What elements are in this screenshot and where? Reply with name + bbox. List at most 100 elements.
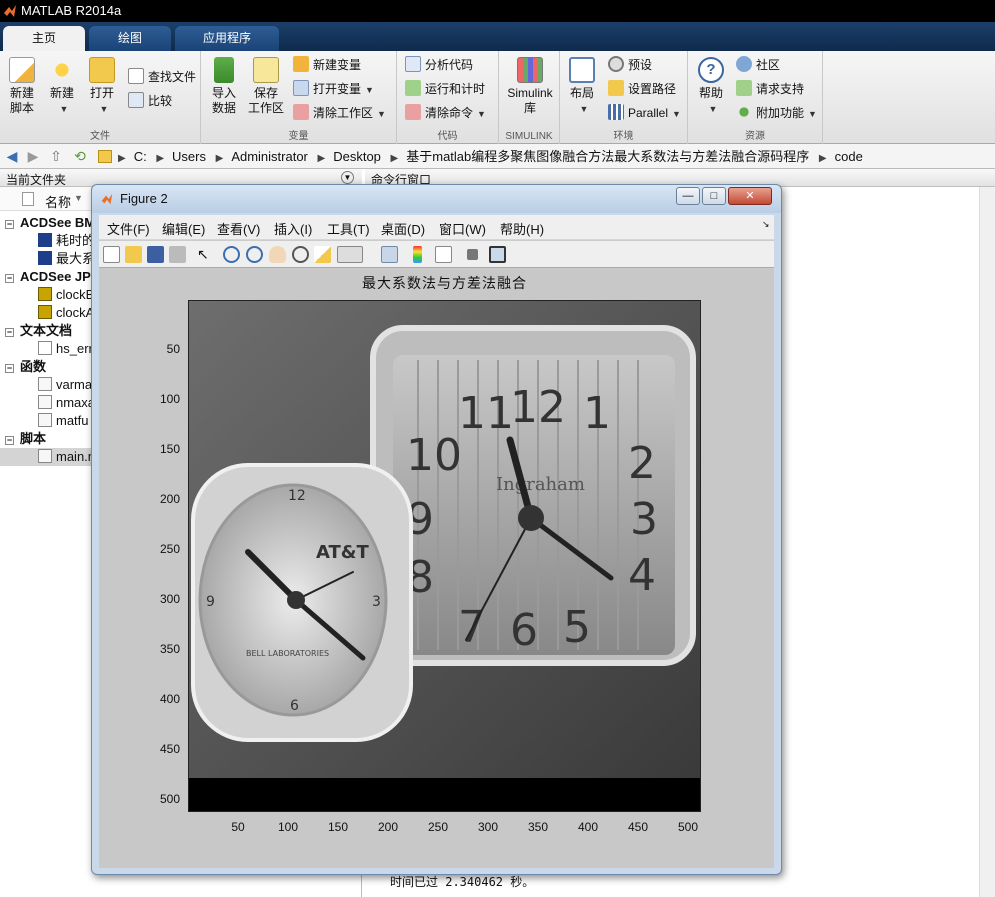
menu-help[interactable]: 帮助(H): [500, 219, 544, 238]
minimize-icon[interactable]: —: [676, 187, 700, 205]
crumb[interactable]: Desktop: [333, 149, 381, 164]
parallel-button[interactable]: Parallel ▼: [608, 103, 681, 123]
colorbar-icon[interactable]: [413, 246, 422, 263]
add-ons-button[interactable]: 附加功能 ▼: [736, 103, 817, 123]
new-button[interactable]: 新建 ▼: [46, 57, 78, 117]
command-scrollbar[interactable]: [979, 187, 995, 897]
menu-edit[interactable]: 编辑(E): [162, 219, 205, 238]
open-file-icon[interactable]: [125, 246, 142, 263]
crumb[interactable]: 基于matlab编程多聚焦图像融合方法最大系数法与方差法融合源码程序: [406, 149, 809, 164]
crumb[interactable]: C:: [134, 149, 147, 164]
forward-arrow-icon[interactable]: ▶: [25, 148, 41, 164]
zoom-out-icon[interactable]: [246, 246, 263, 263]
clear-commands-button[interactable]: 清除命令 ▼: [405, 103, 486, 123]
import-data-button[interactable]: 导入 数据: [207, 57, 241, 116]
browse-folder-icon[interactable]: ⟲: [72, 148, 88, 164]
menu-view[interactable]: 查看(V): [217, 219, 260, 238]
breadcrumb[interactable]: ▶ C: ▶ Users ▶ Administrator ▶ Desktop ▶ 基于ma…: [118, 148, 869, 166]
save-icon[interactable]: [147, 246, 164, 263]
tab-apps[interactable]: 应用程序: [175, 26, 279, 51]
request-support-button[interactable]: 请求支持: [736, 79, 804, 99]
up-folder-icon[interactable]: ⇧: [48, 148, 64, 164]
community-button[interactable]: 社区: [736, 55, 780, 75]
script-file-icon: [38, 449, 52, 463]
compare-button[interactable]: 比较: [128, 91, 172, 111]
analyze-code-button[interactable]: 分析代码: [405, 55, 473, 75]
menu-window[interactable]: 窗口(W): [439, 219, 486, 238]
pointer-icon[interactable]: ↖: [197, 246, 214, 263]
set-path-label: 设置路径: [628, 82, 677, 96]
preferences-button[interactable]: 预设: [608, 55, 652, 75]
collapse-icon[interactable]: −: [5, 328, 14, 337]
y-tick-label: 500: [159, 792, 180, 806]
hide-plot-tools-icon[interactable]: [467, 249, 478, 260]
x-tick-label: 50: [231, 820, 245, 834]
file-name: varma: [56, 377, 93, 392]
figure-title-bar[interactable]: Figure 2 — □ ✕: [92, 185, 781, 213]
menu-tools[interactable]: 工具(T): [327, 219, 370, 238]
show-plot-tools-icon[interactable]: [489, 246, 506, 263]
print-icon[interactable]: [169, 246, 186, 263]
collapse-icon[interactable]: −: [5, 220, 14, 229]
close-icon[interactable]: ✕: [728, 187, 772, 205]
menu-insert[interactable]: 插入(I): [274, 219, 312, 238]
function-file-icon: [38, 377, 52, 391]
x-tick-label: 250: [427, 820, 449, 834]
collapse-icon[interactable]: −: [5, 274, 14, 283]
open-button[interactable]: 打开 ▼: [86, 57, 118, 117]
legend-icon[interactable]: [435, 246, 452, 263]
new-figure-icon[interactable]: [103, 246, 120, 263]
layout-button[interactable]: 布局 ▼: [566, 57, 598, 117]
rotate-3d-icon[interactable]: [292, 246, 309, 263]
open-variable-label: 打开变量: [313, 82, 362, 96]
help-button[interactable]: ? 帮助 ▼: [694, 57, 728, 117]
bmp-file-icon: [38, 251, 52, 265]
maximize-icon[interactable]: □: [702, 187, 726, 205]
sort-arrow-icon[interactable]: ▼: [74, 193, 83, 203]
simulink-library-button[interactable]: Simulink 库: [503, 57, 557, 116]
menu-dock-icon[interactable]: ↘: [762, 219, 770, 230]
figure-toolbar: ↖: [99, 240, 774, 268]
collapse-icon[interactable]: −: [5, 436, 14, 445]
add-ons-label: 附加功能: [756, 106, 805, 120]
y-tick-label: 150: [159, 442, 180, 456]
set-path-button[interactable]: 设置路径: [608, 79, 676, 99]
zoom-in-icon[interactable]: [223, 246, 240, 263]
menu-desktop[interactable]: 桌面(D): [381, 219, 425, 238]
brush-icon[interactable]: [337, 246, 363, 263]
command-output: 时间已过 2.340462 秒。: [390, 875, 535, 889]
crumb[interactable]: Administrator: [231, 149, 308, 164]
jpg-file-icon: [38, 287, 52, 301]
new-script-button[interactable]: 新建 脚本: [4, 57, 40, 116]
find-files-button[interactable]: 查找文件: [128, 67, 196, 87]
x-tick-label: 400: [577, 820, 599, 834]
pan-hand-icon[interactable]: [269, 246, 286, 263]
save-workspace-button[interactable]: 保存 工作区: [247, 57, 285, 116]
section-label: 函数: [20, 359, 47, 374]
run-and-time-button[interactable]: 运行和计时: [405, 79, 485, 99]
save-workspace-label: 保存 工作区: [247, 86, 284, 115]
crumb[interactable]: code: [835, 149, 863, 164]
tab-home[interactable]: 主页: [3, 26, 85, 51]
panel-menu-icon[interactable]: ▼: [341, 171, 354, 184]
new-variable-button[interactable]: 新建变量: [293, 55, 361, 75]
collapse-icon[interactable]: −: [5, 364, 14, 373]
data-cursor-icon[interactable]: [314, 246, 331, 263]
open-variable-button[interactable]: 打开变量 ▼: [293, 79, 374, 99]
new-variable-icon: [293, 56, 309, 72]
tab-plots[interactable]: 绘图: [89, 26, 171, 51]
back-arrow-icon[interactable]: ◀: [4, 148, 20, 164]
clear-workspace-button[interactable]: 清除工作区 ▼: [293, 103, 386, 123]
figure-window[interactable]: Figure 2 — □ ✕ 文件(F) 编辑(E) 查看(V) 插入(I) 工…: [91, 184, 782, 875]
simulink-library-label: Simulink 库: [507, 86, 553, 115]
request-support-label: 请求支持: [756, 82, 805, 96]
y-tick-label: 200: [159, 492, 180, 506]
section-label: 脚本: [20, 431, 47, 446]
menu-file[interactable]: 文件(F): [107, 219, 150, 238]
matlab-logo-icon: [101, 193, 113, 205]
link-plot-icon[interactable]: [381, 246, 398, 263]
figure-title: Figure 2: [120, 191, 168, 206]
file-name: clockA: [56, 305, 95, 320]
crumb[interactable]: Users: [172, 149, 206, 164]
clear-commands-icon: [405, 104, 421, 120]
